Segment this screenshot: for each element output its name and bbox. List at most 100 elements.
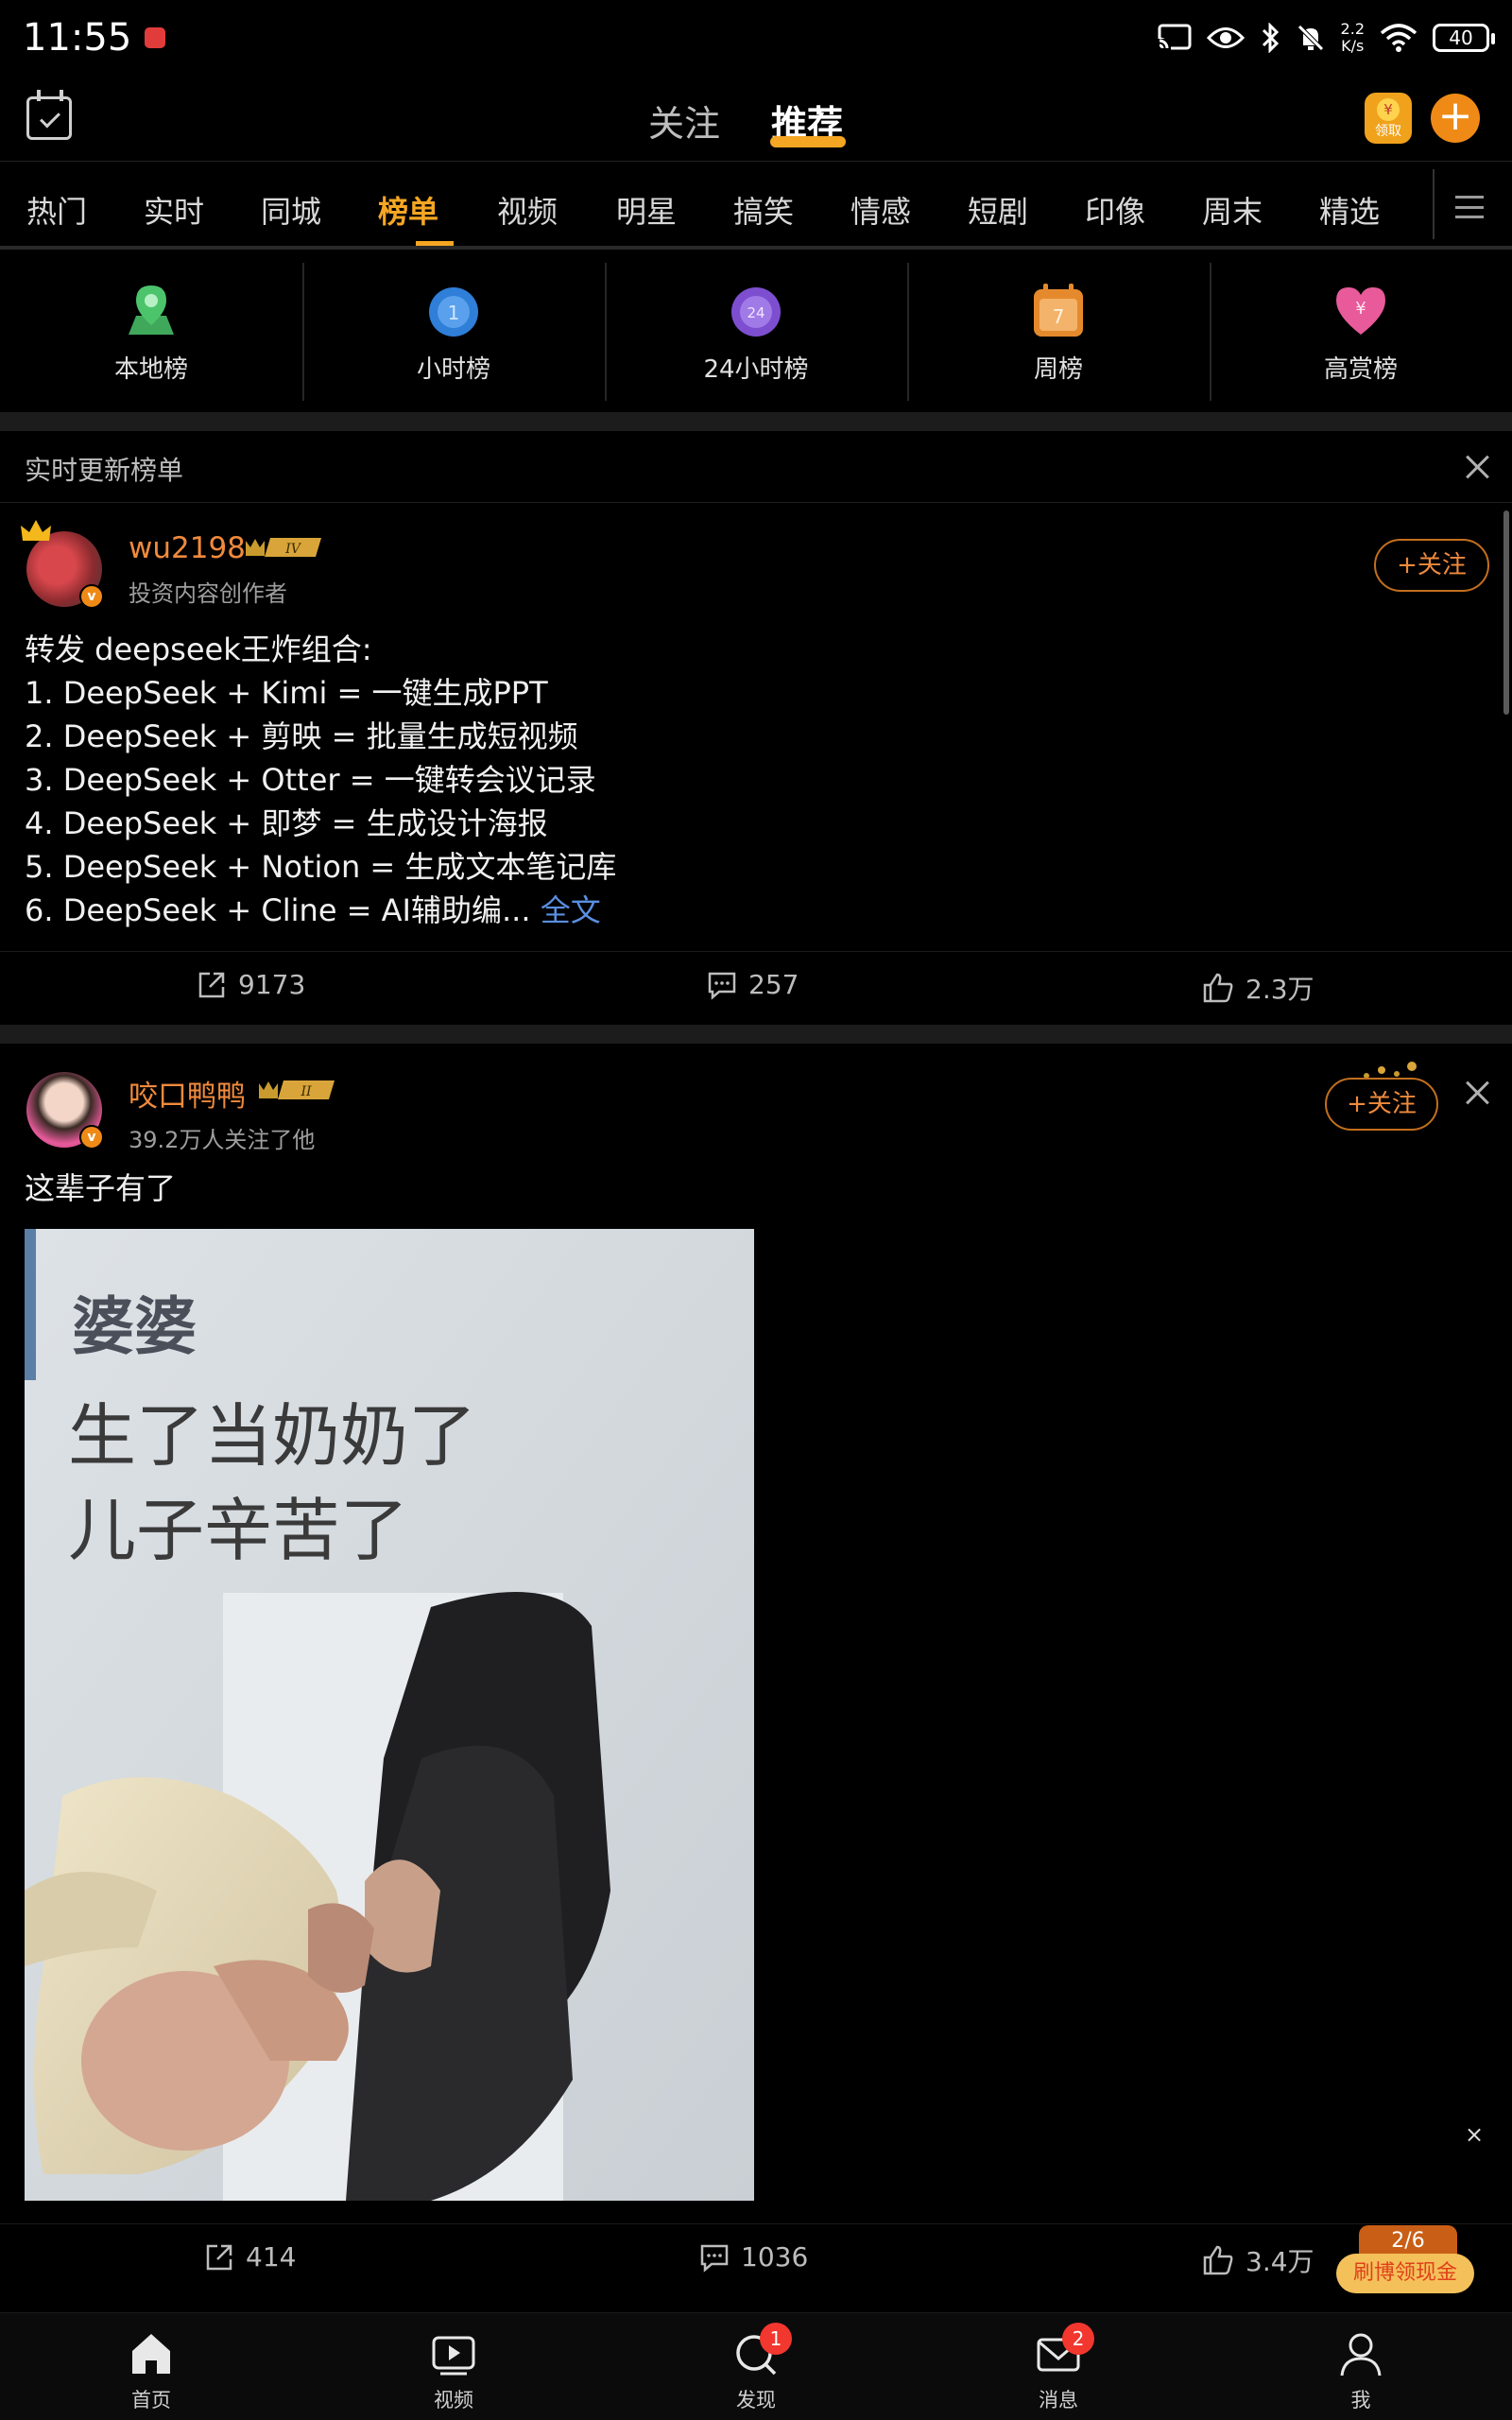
photo-caption: 生了当奶奶了 bbox=[68, 1396, 477, 1476]
menu-icon[interactable] bbox=[1455, 196, 1484, 218]
svg-text:¥: ¥ bbox=[1355, 299, 1366, 319]
category-divider bbox=[1433, 169, 1435, 239]
nav-me[interactable]: 我 bbox=[1210, 2313, 1512, 2420]
rank-top-reward[interactable]: ¥ 高赏榜 bbox=[1210, 250, 1512, 410]
hour-clock-icon: 1 bbox=[429, 287, 478, 337]
cash-progress: 2/6 bbox=[1359, 2225, 1457, 2257]
category-impression[interactable]: 印像 bbox=[1085, 188, 1145, 232]
post-subline: 投资内容创作者 bbox=[129, 580, 287, 607]
top-nav: 关注 推荐 ¥ 领取 + bbox=[0, 76, 1512, 161]
like-button[interactable]: 3.4万 bbox=[1202, 2241, 1314, 2279]
category-weekend[interactable]: 周末 bbox=[1202, 188, 1263, 232]
notification-app-icon bbox=[145, 27, 166, 48]
like-button[interactable]: 2.3万 bbox=[1202, 969, 1314, 1007]
cash-reward-widget[interactable]: 2/6 刷博领现金 bbox=[1336, 2225, 1478, 2305]
verified-icon: v bbox=[79, 1125, 104, 1150]
rank-24h[interactable]: 24 24小时榜 bbox=[605, 250, 907, 410]
redpack-claim-button[interactable]: ¥ 领取 bbox=[1365, 93, 1412, 144]
realtime-header: 实时更新榜单 bbox=[0, 433, 1512, 503]
wifi-icon bbox=[1380, 24, 1418, 52]
nav-messages[interactable]: 2 消息 bbox=[907, 2313, 1210, 2420]
category-bar: 热门 实时 同城 榜单 视频 明星 搞笑 情感 短剧 印像 周末 精选 bbox=[0, 161, 1512, 250]
category-video[interactable]: 视频 bbox=[497, 188, 558, 232]
action-bar: 414 1036 3.4万 bbox=[0, 2223, 1512, 2295]
network-speed: 2.2 K/s bbox=[1340, 20, 1365, 55]
post-text: 转发 deepseek王炸组合: 1. DeepSeek + Kimi = 一键… bbox=[25, 631, 617, 928]
thumbs-up-icon bbox=[1203, 973, 1233, 1003]
nav-video[interactable]: 视频 bbox=[302, 2313, 605, 2420]
nav-discover[interactable]: 1 发现 bbox=[605, 2313, 907, 2420]
verified-icon: v bbox=[79, 584, 104, 609]
category-stars[interactable]: 明星 bbox=[616, 188, 677, 232]
svg-text:II: II bbox=[300, 1084, 312, 1099]
cast-icon bbox=[1157, 24, 1192, 52]
category-local[interactable]: 同城 bbox=[261, 188, 321, 232]
category-short-drama[interactable]: 短剧 bbox=[968, 188, 1028, 232]
post-text: 这辈子有了 bbox=[25, 1170, 177, 1206]
redpack-label: 领取 bbox=[1375, 124, 1401, 139]
repost-button[interactable]: 9173 bbox=[197, 969, 305, 1000]
photo-artwork bbox=[25, 1229, 754, 2201]
category-featured[interactable]: 精选 bbox=[1319, 188, 1380, 232]
svg-text:7: 7 bbox=[1053, 305, 1065, 328]
home-icon bbox=[132, 2334, 170, 2374]
category-emotion[interactable]: 情感 bbox=[850, 188, 911, 232]
comment-button[interactable]: 1036 bbox=[699, 2241, 808, 2273]
notification-badge: 2 bbox=[1062, 2323, 1094, 2355]
rank-hourly[interactable]: 1 小时榜 bbox=[302, 250, 605, 410]
close-icon[interactable] bbox=[1464, 1080, 1490, 1106]
profile-icon bbox=[1340, 2333, 1382, 2377]
avatar[interactable]: v bbox=[26, 1072, 104, 1150]
close-icon[interactable] bbox=[1464, 454, 1490, 480]
category-funny[interactable]: 搞笑 bbox=[733, 188, 794, 232]
rank-weekly[interactable]: 7 周榜 bbox=[907, 250, 1210, 410]
follow-button[interactable]: +关注 bbox=[1325, 1078, 1438, 1131]
realtime-title: 实时更新榜单 bbox=[25, 455, 184, 486]
comment-button[interactable]: 257 bbox=[707, 969, 799, 1000]
cash-label: 刷博领现金 bbox=[1336, 2254, 1474, 2293]
post-photo[interactable]: 婆婆 生了当奶奶了 儿子辛苦了 bbox=[25, 1229, 754, 2201]
eye-icon bbox=[1206, 27, 1245, 48]
level-badge-icon: II bbox=[259, 1080, 335, 1099]
notification-badge: 1 bbox=[760, 2323, 792, 2355]
svg-text:IV: IV bbox=[284, 542, 302, 557]
tab-active-indicator bbox=[770, 136, 846, 147]
heart-yen-icon: ¥ bbox=[1336, 287, 1385, 335]
thumbs-up-icon bbox=[1203, 2245, 1233, 2275]
post-username[interactable]: 咬口鸭鸭 bbox=[129, 1072, 246, 1115]
coin-icon: ¥ bbox=[1377, 98, 1400, 121]
tab-follow[interactable]: 关注 bbox=[648, 95, 720, 147]
category-rankings[interactable]: 榜单 bbox=[378, 188, 438, 232]
category-active-indicator bbox=[416, 241, 454, 246]
comment-icon bbox=[708, 972, 736, 1000]
nav-home[interactable]: 首页 bbox=[0, 2313, 302, 2420]
svg-text:24: 24 bbox=[747, 304, 765, 321]
svg-text:1: 1 bbox=[448, 302, 460, 324]
follow-button[interactable]: +关注 bbox=[1374, 539, 1489, 592]
status-bar: 11:55 2.2 K/s 40 bbox=[0, 0, 1512, 76]
scrollbar[interactable] bbox=[1503, 510, 1509, 715]
category-hot[interactable]: 热门 bbox=[26, 188, 87, 232]
status-time: 11:55 bbox=[23, 16, 132, 60]
location-pin-icon bbox=[129, 285, 174, 335]
comment-icon bbox=[700, 2244, 729, 2273]
post-subline: 39.2万人关注了他 bbox=[129, 1127, 316, 1153]
checkin-calendar-icon[interactable] bbox=[26, 90, 72, 140]
section-divider bbox=[0, 412, 1512, 431]
level-badge-icon: IV bbox=[246, 538, 321, 557]
repost-icon bbox=[198, 972, 225, 997]
avatar[interactable]: v bbox=[21, 520, 104, 609]
rank-local[interactable]: 本地榜 bbox=[0, 250, 302, 410]
compose-plus-button[interactable]: + bbox=[1431, 94, 1480, 143]
read-more-link[interactable]: 全文 bbox=[541, 892, 601, 928]
repost-button[interactable]: 414 bbox=[204, 2241, 296, 2273]
category-realtime[interactable]: 实时 bbox=[144, 188, 204, 232]
floating-close-icon[interactable]: × bbox=[1465, 2121, 1484, 2148]
mute-bell-icon bbox=[1297, 25, 1324, 51]
video-play-icon bbox=[432, 2336, 475, 2376]
bottom-nav: 首页 视频 1 发现 2 消息 我 bbox=[0, 2312, 1512, 2420]
crown-icon bbox=[21, 520, 51, 541]
repost-icon bbox=[206, 2244, 232, 2270]
post-username[interactable]: wu2198 bbox=[129, 531, 246, 565]
rank-row: 本地榜 1 小时榜 24 24小时榜 7 周榜 ¥ 高赏榜 bbox=[0, 250, 1512, 410]
